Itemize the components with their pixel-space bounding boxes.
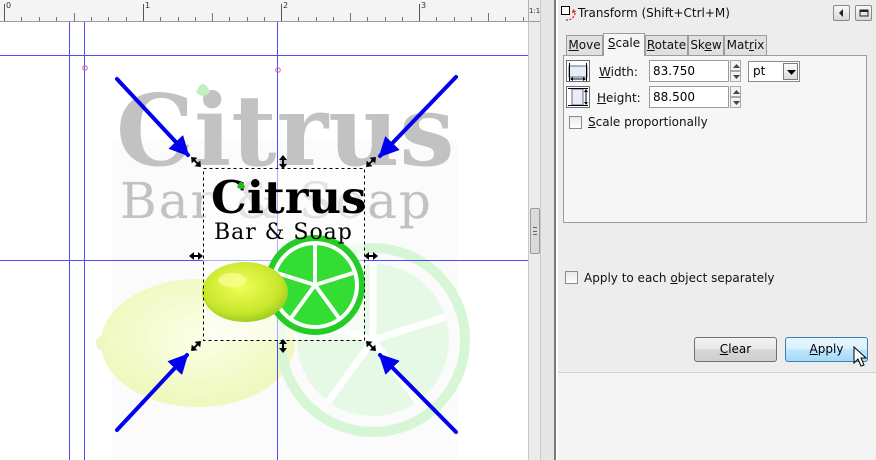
tab-scale-label: Scale [607, 36, 641, 50]
width-spinner[interactable] [730, 60, 741, 82]
zoom-label: 1:1 [529, 7, 540, 15]
guide-anchors [82, 65, 281, 73]
height-increment[interactable] [730, 86, 741, 97]
drawing-canvas[interactable]: Citrus Bar & Soap [0, 22, 528, 460]
dialog-titlebar: Transform (Shift+Ctrl+M) [558, 3, 876, 25]
collapse-icon [859, 9, 869, 17]
clear-button-label: Clear [719, 342, 752, 356]
tab-matrix-label: Matrix [726, 38, 765, 52]
transform-dialog: Transform (Shift+Ctrl+M) Move Scale Rota… [558, 0, 876, 460]
scale-proportionally-checkbox[interactable] [569, 116, 582, 129]
close-panel-icon [839, 9, 843, 17]
tab-move-label: Move [568, 38, 601, 52]
scale-proportionally-label-rest: cale proportionally [595, 115, 708, 129]
tab-skew[interactable]: Skew [688, 35, 724, 55]
chevron-up-icon [733, 90, 740, 94]
width-icon [566, 60, 590, 82]
dialog-close-button[interactable] [833, 5, 850, 21]
ruler-label-1: 1 [145, 1, 151, 10]
chevron-up-icon [733, 64, 740, 68]
zoom-corner-button[interactable]: 1:1 [528, 0, 540, 22]
height-label-rest: eight: [606, 91, 641, 105]
transform-tabs: Move Scale Rotate Skew Matrix [564, 33, 866, 56]
canvas-area[interactable]: 0 1 2 3 1:1 Citrus Bar Soap Citrus Bar &… [0, 0, 540, 460]
horizontal-ruler[interactable]: 0 1 2 3 [0, 0, 528, 22]
clear-button[interactable]: Clear [694, 337, 777, 362]
height-input[interactable]: 88.500 [649, 86, 729, 108]
dropdown-arrow-icon [787, 70, 796, 75]
apply-each-checkbox[interactable] [565, 271, 578, 284]
unit-dropdown-button[interactable] [783, 63, 798, 80]
width-label: Width: [599, 65, 638, 79]
tab-skew-label: Skew [690, 38, 722, 52]
scale-proportionally-label[interactable]: Scale proportionally [588, 115, 708, 129]
logo-title: Citrus [211, 171, 366, 224]
logo-subtitle: Bar & Soap [214, 220, 353, 245]
ruler-label-0: 0 [6, 1, 12, 10]
vertical-scrollbar[interactable] [528, 22, 540, 460]
chevron-down-icon [733, 101, 740, 105]
dialog-bottom-area [558, 372, 876, 460]
width-decrement[interactable] [730, 71, 741, 82]
ruler-label-3: 3 [421, 1, 427, 10]
transform-icon [561, 6, 576, 21]
height-icon [566, 86, 590, 108]
tab-move[interactable]: Move [566, 35, 603, 55]
width-label-rest: idth: [610, 65, 638, 79]
apply-button-label: Apply [809, 342, 844, 356]
tab-rotate[interactable]: Rotate [645, 35, 688, 55]
tab-matrix[interactable]: Matrix [724, 35, 767, 55]
dialog-title: Transform (Shift+Ctrl+M) [578, 6, 730, 20]
chevron-down-icon [733, 75, 740, 79]
unit-value: pt [753, 64, 766, 78]
mouse-cursor-icon [853, 346, 868, 367]
apply-each-label[interactable]: Apply to each object separately [584, 271, 775, 285]
unit-select[interactable]: pt [748, 61, 800, 82]
tab-scale[interactable]: Scale [603, 33, 645, 56]
height-spinner[interactable] [730, 86, 741, 108]
width-input[interactable]: 83.750 [649, 60, 729, 82]
height-label: Height: [597, 91, 641, 105]
height-decrement[interactable] [730, 97, 741, 108]
scrollbar-thumb[interactable] [530, 208, 540, 254]
tab-rotate-label: Rotate [646, 38, 687, 52]
panel-splitter[interactable] [540, 0, 556, 460]
ruler-label-2: 2 [283, 1, 289, 10]
width-increment[interactable] [730, 60, 741, 71]
selected-artwork[interactable]: Citrus Bar & Soap [202, 168, 366, 340]
dialog-collapse-button[interactable] [855, 5, 872, 21]
